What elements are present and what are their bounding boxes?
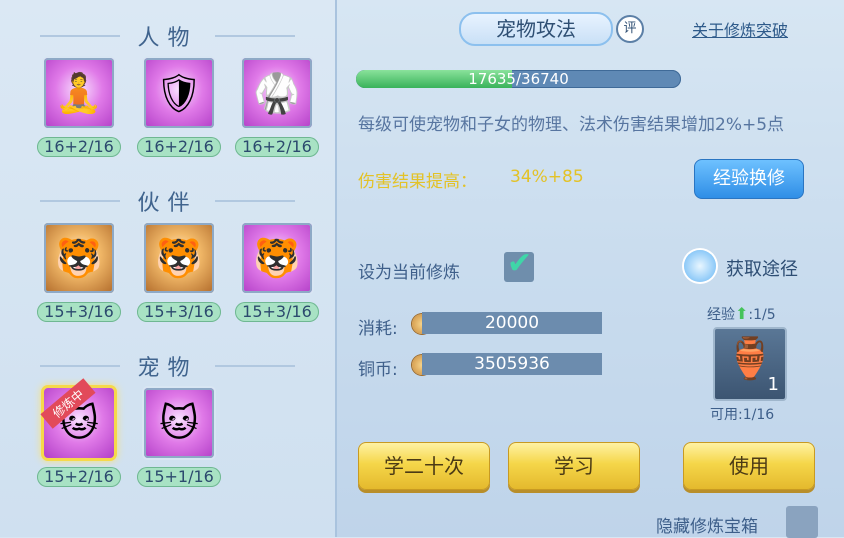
learn-twenty-button[interactable]: 学二十次 <box>358 442 490 490</box>
slot-level: 15+3/16 <box>37 302 121 322</box>
partner-attack-icon: 🐯 <box>55 235 103 280</box>
slot-partner-1[interactable]: 🐯 <box>44 223 114 293</box>
cost-value: 20000 <box>422 312 602 334</box>
slot-partner-2[interactable]: 🐯 <box>144 223 214 293</box>
effect-value: 34%+85 <box>510 167 584 187</box>
coin-value: 3505936 <box>422 353 602 375</box>
exchange-exp-button[interactable]: 经验换修 <box>694 159 804 199</box>
xp-progress-text: 17635/36740 <box>468 70 569 88</box>
exp-label: 经验⬆:1/5 <box>707 304 776 324</box>
warrior-shield-icon: 🛡 <box>154 70 204 115</box>
checkmark-icon: ✔ <box>507 246 533 281</box>
slot-character-1[interactable]: 🧘 <box>44 58 114 128</box>
slot-partner-3[interactable]: 🐯 <box>242 223 312 293</box>
cost-label: 消耗: <box>358 319 398 339</box>
hide-chest-checkbox[interactable] <box>786 506 818 538</box>
slot-level: 16+2/16 <box>37 137 121 157</box>
set-current-label: 设为当前修炼 <box>358 263 460 283</box>
slot-level: 16+2/16 <box>137 137 221 157</box>
section-title-pet: 宠物 <box>137 356 198 381</box>
warrior-armor-icon: 🥋 <box>253 70 301 115</box>
skill-description: 每级可使宠物和子女的物理、法术伤害结果增加2%+5点 <box>358 115 785 135</box>
slot-character-3[interactable]: 🥋 <box>242 58 312 128</box>
get-way-label[interactable]: 获取途径 <box>726 255 798 281</box>
exp-text: 经验 <box>707 307 735 323</box>
exp-count: :1/5 <box>748 307 776 323</box>
slot-level: 15+2/16 <box>37 467 121 487</box>
pet-defense-icon: 🐱 <box>159 401 199 445</box>
warrior-meditate-icon: 🧘 <box>55 70 103 115</box>
use-button[interactable]: 使用 <box>683 442 815 490</box>
arrow-up-icon: ⬆ <box>735 304 749 323</box>
coin-label: 铜币: <box>358 360 398 380</box>
section-title-partner: 伙伴 <box>137 191 198 216</box>
partner-magic-icon: 🐯 <box>253 235 301 280</box>
effect-label: 伤害结果提高： <box>358 172 477 192</box>
get-way-icon[interactable] <box>684 250 716 282</box>
slot-level: 15+1/16 <box>137 467 221 487</box>
set-current-checkbox[interactable]: ✔ <box>504 246 534 282</box>
learn-button[interactable]: 学习 <box>508 442 640 490</box>
slot-level: 16+2/16 <box>235 137 319 157</box>
item-count: 1 <box>767 374 779 395</box>
section-title-character: 人物 <box>137 26 198 51</box>
available-count: 可用:1/16 <box>710 407 775 423</box>
slot-pet-1[interactable]: 🐱 修炼中 <box>40 378 114 458</box>
about-breakthrough-link[interactable]: 关于修炼突破 <box>692 17 788 41</box>
tab-title: 宠物攻法 <box>459 12 613 46</box>
xp-progress-bar: 17635/36740 <box>356 70 681 88</box>
rate-icon[interactable]: 评 <box>616 15 644 43</box>
cultivation-category-panel: 人物 🧘 🛡 🥋 16+2/16 16+2/16 16+2/16 伙伴 🐯 🐯 … <box>0 0 337 537</box>
partner-defense-icon: 🐯 <box>155 235 203 280</box>
slot-level: 15+3/16 <box>137 302 221 322</box>
slot-level: 15+3/16 <box>235 302 319 322</box>
cultivation-item-slot[interactable]: 🏺 1 <box>713 327 787 401</box>
hide-chest-label: 隐藏修炼宝箱 <box>656 517 758 537</box>
slot-character-2[interactable]: 🛡 <box>144 58 214 128</box>
slot-pet-2[interactable]: 🐱 <box>144 388 214 458</box>
